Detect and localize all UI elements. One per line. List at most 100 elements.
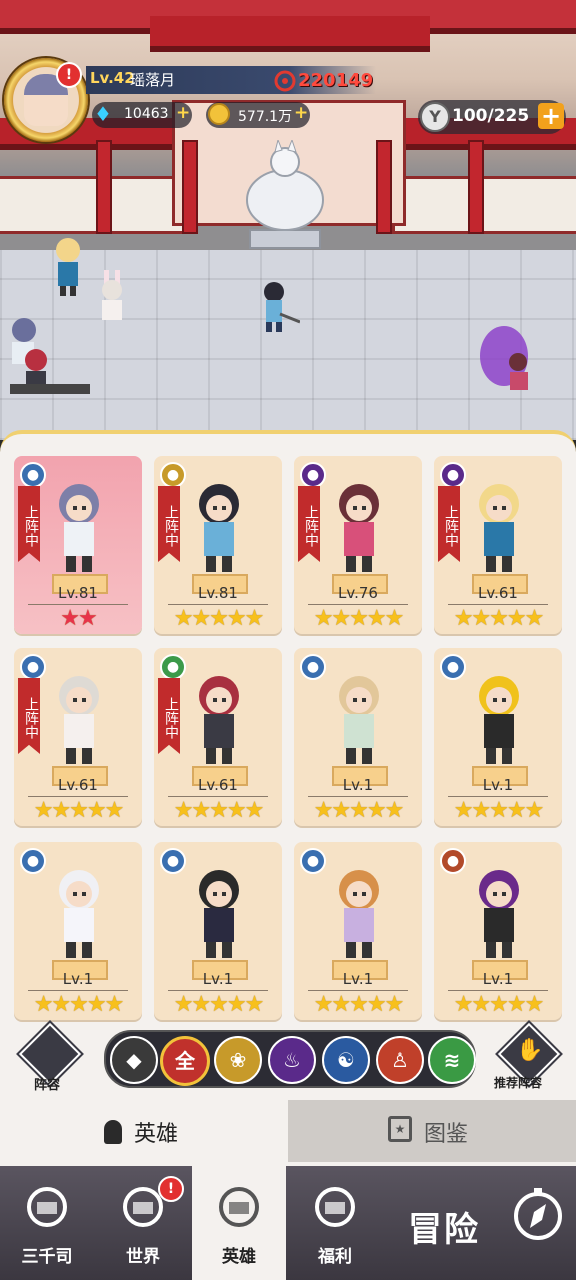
tab-codex-label: 图鉴 xyxy=(424,1122,469,1147)
element-icon: ● xyxy=(160,848,186,874)
hero-head-icon xyxy=(219,1187,259,1227)
level-divider xyxy=(168,796,268,797)
hero-level: Lv.61 xyxy=(478,584,518,602)
temple-wall-left xyxy=(0,176,188,234)
scene-hero-bunny xyxy=(102,270,122,320)
hero-card[interactable]: ● Lv.1 ★★★★★ xyxy=(294,648,422,826)
lineup-label: 阵容 xyxy=(34,1078,61,1093)
hero-card[interactable]: ● 上阵中 Lv.61 ★★★★★ xyxy=(154,648,282,826)
hero-stars: ★★ xyxy=(60,606,97,631)
fox-statue xyxy=(246,140,324,249)
hero-level: Lv.81 xyxy=(58,584,98,602)
diamond-count: 10463 xyxy=(124,106,169,122)
element-icon: ● xyxy=(20,848,46,874)
lineup-button[interactable]: 阵容 xyxy=(18,1022,82,1093)
hero-level: Lv.1 xyxy=(342,970,374,988)
hero-sprite xyxy=(199,484,239,572)
hero-card[interactable]: ● Lv.1 ★★★★★ xyxy=(14,842,142,1020)
adventure-button[interactable]: 冒险 xyxy=(400,1166,576,1280)
hero-sprite xyxy=(59,870,99,958)
lotus-filter-button[interactable]: ❀ xyxy=(214,1036,262,1084)
deployed-badge: 上阵中 xyxy=(438,486,460,562)
nav-item[interactable]: 世界 ! xyxy=(96,1166,190,1280)
all-filter-button[interactable]: 全 xyxy=(160,1036,210,1086)
level-divider xyxy=(28,604,128,605)
player-level: Lv.42 xyxy=(90,69,135,87)
hero-card[interactable]: ● 上阵中 Lv.81 ★★ xyxy=(14,456,142,634)
recommend-lineup-label: 推荐阵容 xyxy=(494,1076,543,1090)
hero-sprite xyxy=(479,870,519,958)
hero-sprite xyxy=(339,870,379,958)
level-divider xyxy=(448,990,548,991)
level-divider xyxy=(308,990,408,991)
element-icon: ● xyxy=(440,462,466,488)
scene-hero-swordsman xyxy=(264,282,300,332)
nav-label: 福利 xyxy=(318,1247,352,1267)
pillar xyxy=(96,140,112,234)
monk-filter-button[interactable]: ♙ xyxy=(376,1036,424,1084)
hero-stars: ★★★★★ xyxy=(453,992,545,1017)
level-divider xyxy=(28,990,128,991)
add-gold-button[interactable]: + xyxy=(294,103,308,123)
hero-card[interactable]: ● Lv.1 ★★★★★ xyxy=(434,648,562,826)
deployed-badge: 上阵中 xyxy=(298,486,320,562)
add-diamond-button[interactable]: + xyxy=(176,103,190,123)
hero-sprite xyxy=(339,484,379,572)
nav-item[interactable]: 英雄 xyxy=(192,1166,286,1280)
hero-card[interactable]: ● 上阵中 Lv.61 ★★★★★ xyxy=(434,456,562,634)
hero-level: Lv.76 xyxy=(338,584,378,602)
add-energy-button[interactable]: + xyxy=(538,103,564,129)
tab-heroes-label: 英雄 xyxy=(134,1122,179,1147)
hero-stars: ★★★★★ xyxy=(453,798,545,823)
water-filter-button[interactable]: ☯ xyxy=(322,1036,370,1084)
dna-filter-button[interactable]: ≋ xyxy=(428,1036,476,1084)
element-icon: ● xyxy=(300,462,326,488)
temple-icon xyxy=(27,1187,67,1227)
hero-sprite xyxy=(479,484,519,572)
hero-card[interactable]: ● 上阵中 Lv.61 ★★★★★ xyxy=(14,648,142,826)
level-divider xyxy=(448,604,548,605)
deployed-badge: 上阵中 xyxy=(158,486,180,562)
hero-stars: ★★★★★ xyxy=(173,798,265,823)
scene-hero-cannon xyxy=(10,349,90,394)
level-divider xyxy=(168,604,268,605)
gold-coin-icon xyxy=(208,103,230,125)
tab-heroes[interactable]: 英雄 xyxy=(0,1100,288,1162)
scene-hero-ghost xyxy=(480,326,528,390)
hero-sprite xyxy=(199,870,239,958)
hero-level: Lv.1 xyxy=(482,776,514,794)
hero-card[interactable]: ● Lv.1 ★★★★★ xyxy=(434,842,562,1020)
hero-card[interactable]: ● Lv.1 ★★★★★ xyxy=(294,842,422,1020)
fire-filter-button[interactable]: ♨ xyxy=(268,1036,316,1084)
thumb-glyph: ✋ xyxy=(516,1038,544,1063)
combat-power: 220149 xyxy=(298,70,374,91)
hero-stars: ★★★★★ xyxy=(453,606,545,631)
element-icon: ● xyxy=(300,848,326,874)
nav-item[interactable]: 福利 xyxy=(288,1166,382,1280)
hero-stars: ★★★★★ xyxy=(33,992,125,1017)
hero-level: Lv.1 xyxy=(482,970,514,988)
hero-card[interactable]: ● 上阵中 Lv.76 ★★★★★ xyxy=(294,456,422,634)
element-icon: ● xyxy=(160,654,186,680)
recommend-lineup-button[interactable]: ✋ 推荐阵容 xyxy=(494,1022,561,1090)
pillar xyxy=(468,140,484,234)
hero-sprite xyxy=(59,484,99,572)
hero-sprite xyxy=(59,676,99,764)
hero-sprite xyxy=(199,676,239,764)
compass-icon xyxy=(514,1188,562,1240)
nav-label: 世界 xyxy=(126,1247,160,1267)
tab-codex[interactable]: ★ 图鉴 xyxy=(288,1100,576,1162)
class-filter-button[interactable]: ◆ xyxy=(110,1036,158,1084)
element-icon: ● xyxy=(20,462,46,488)
hero-card[interactable]: ● 上阵中 Lv.81 ★★★★★ xyxy=(154,456,282,634)
deployed-badge: 上阵中 xyxy=(158,678,180,754)
energy-count: 100/225 xyxy=(452,106,530,126)
temple-wall-right xyxy=(392,176,576,234)
hero-level: Lv.1 xyxy=(62,970,94,988)
diamond-icon: ♦ xyxy=(94,102,112,126)
nav-item[interactable]: 三千司 xyxy=(0,1166,94,1280)
deployed-badge: 上阵中 xyxy=(18,678,40,754)
notification-badge: ! xyxy=(56,62,82,88)
hero-card[interactable]: ● Lv.1 ★★★★★ xyxy=(154,842,282,1020)
element-icon: ● xyxy=(300,654,326,680)
